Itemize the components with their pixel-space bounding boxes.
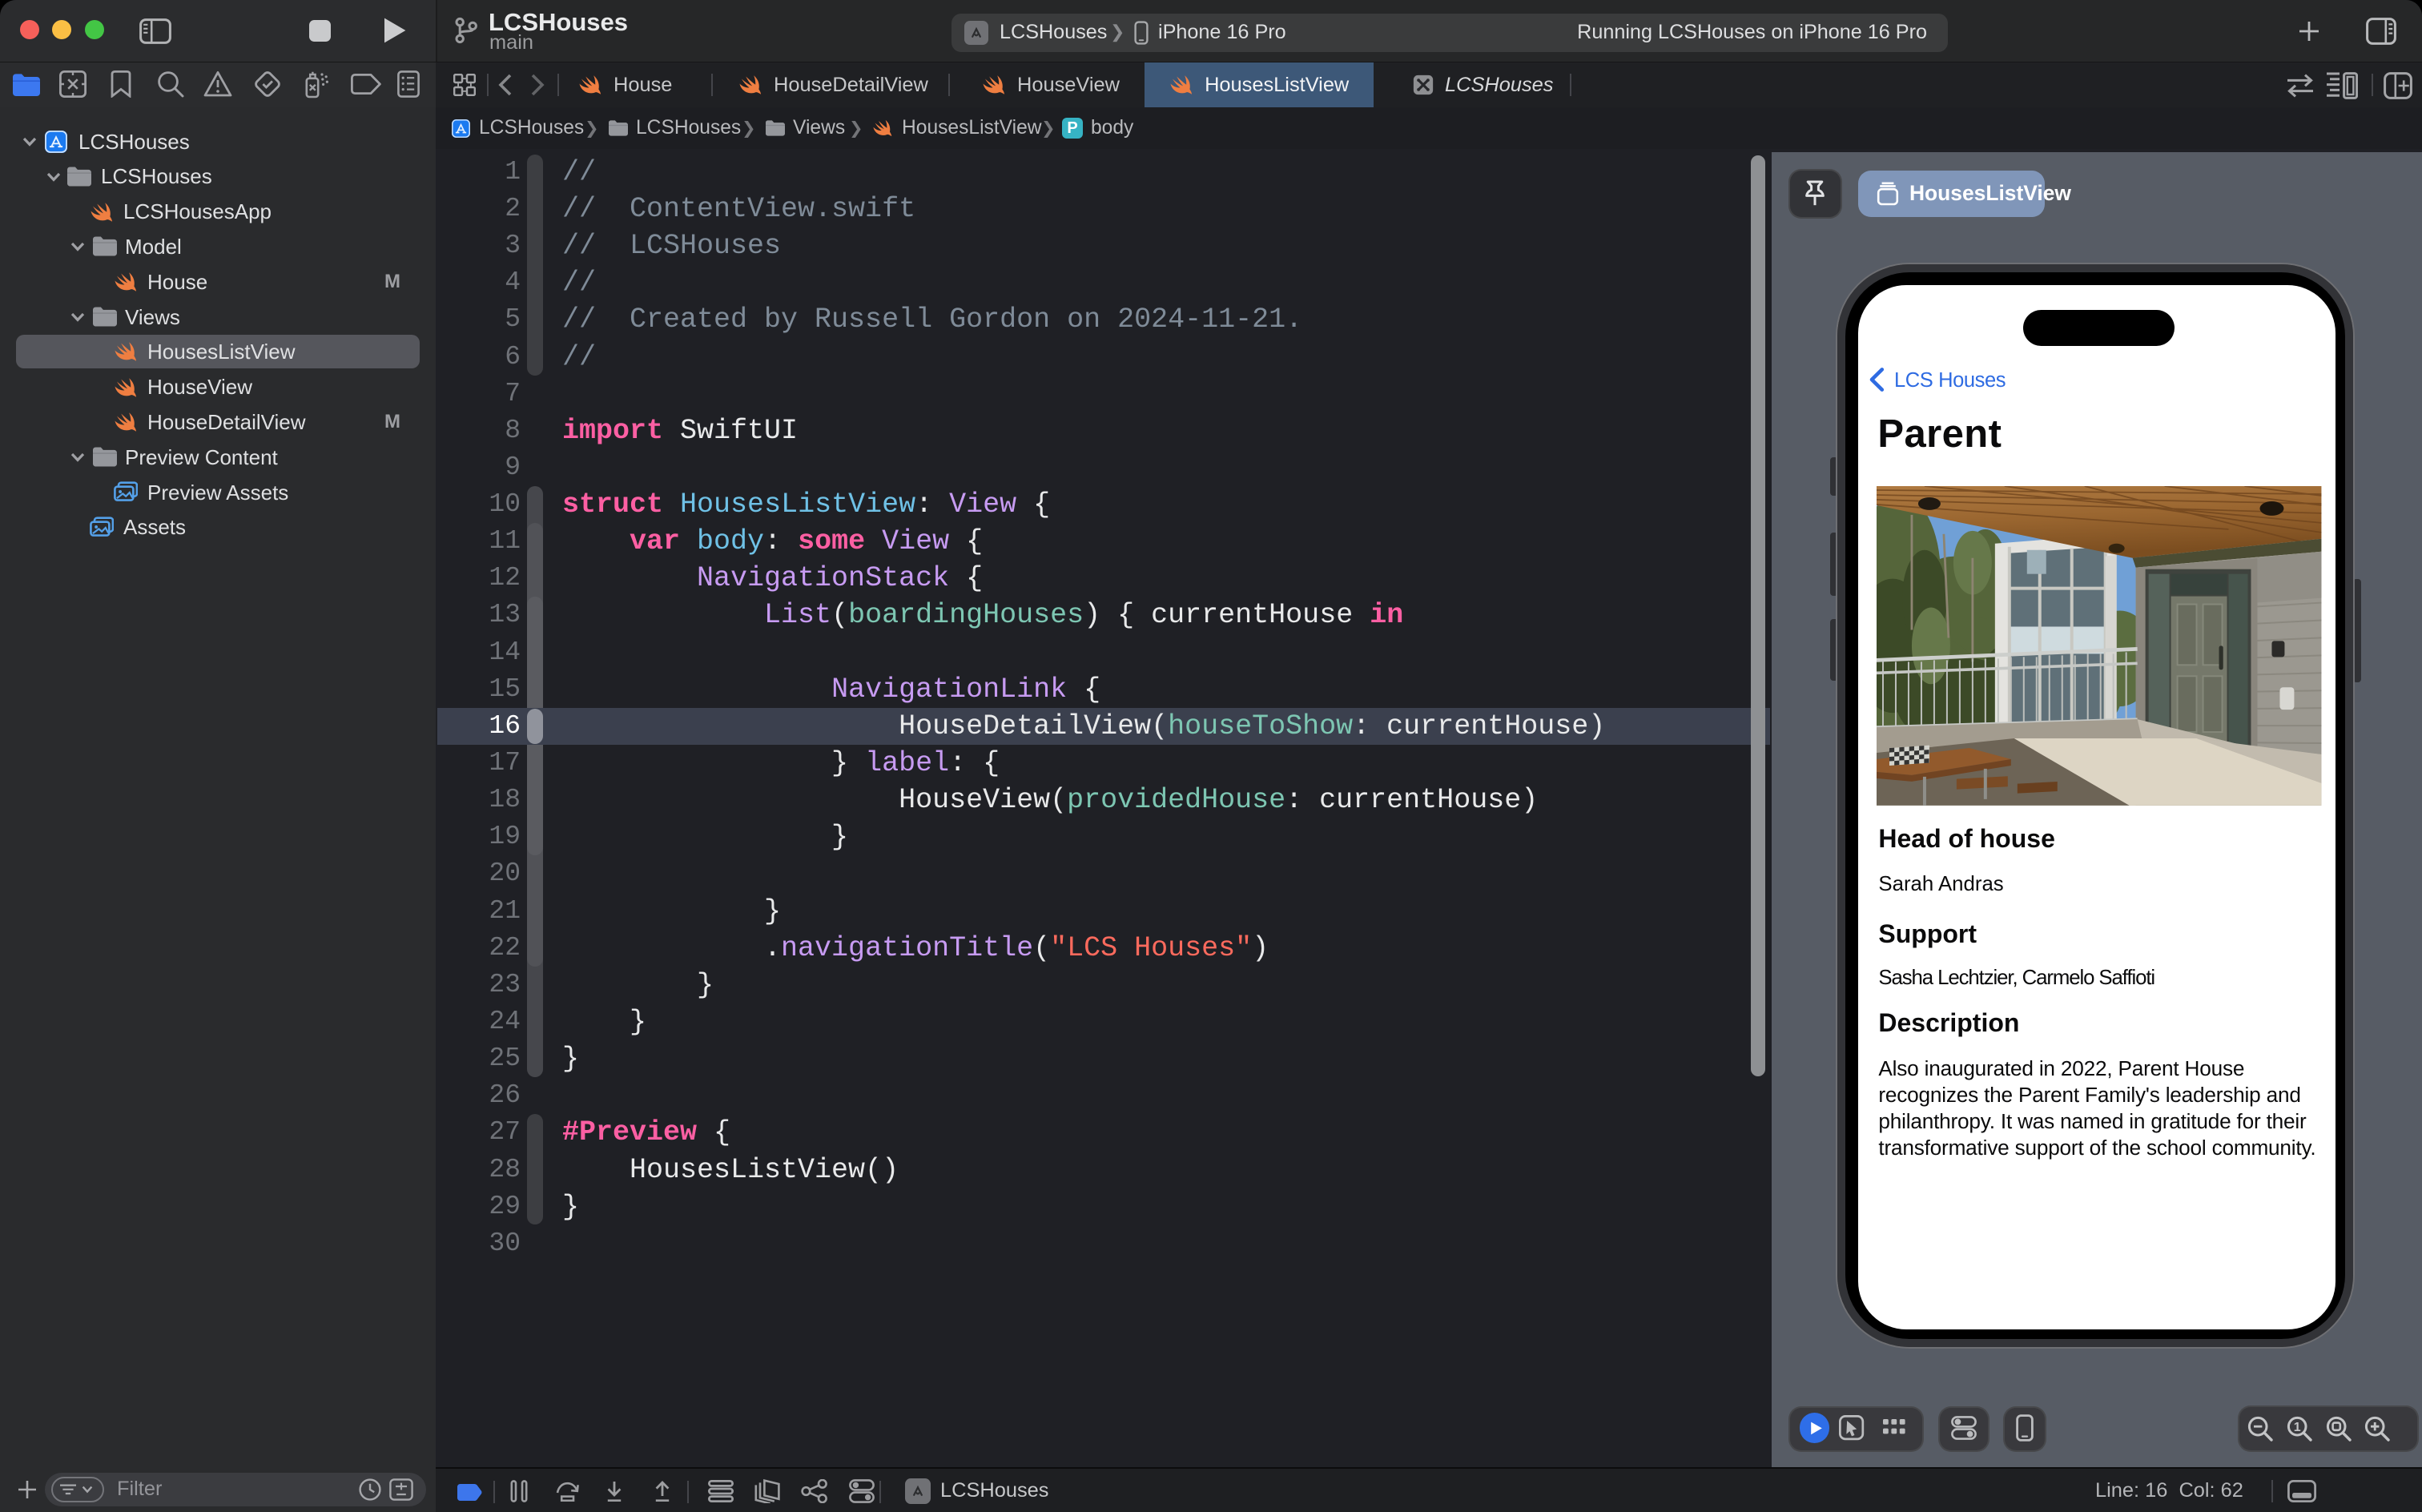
svg-text:1: 1 bbox=[2294, 1421, 2301, 1434]
